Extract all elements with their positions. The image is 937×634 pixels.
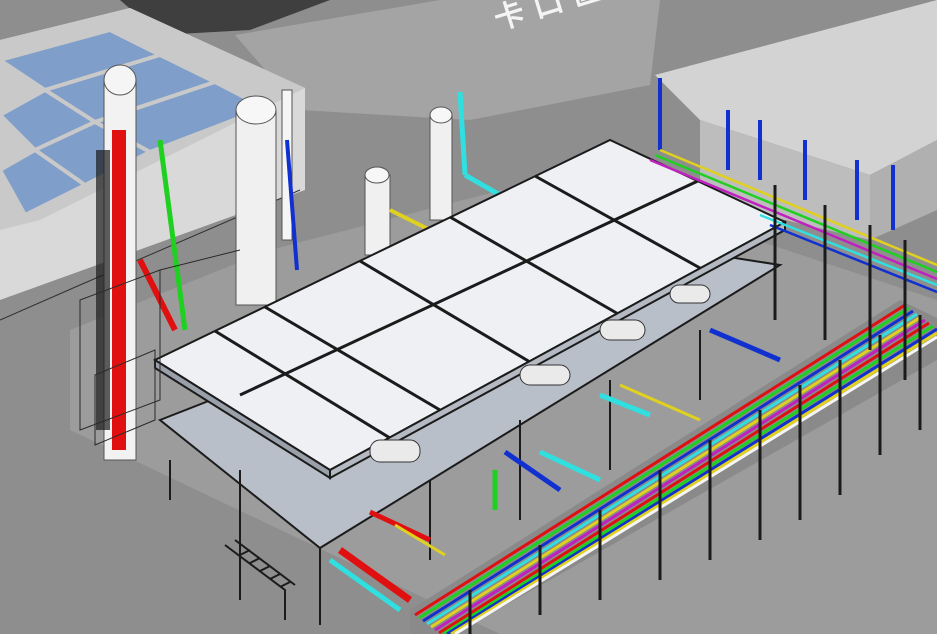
plant-rendering: 卡 口 區 <box>0 0 937 634</box>
